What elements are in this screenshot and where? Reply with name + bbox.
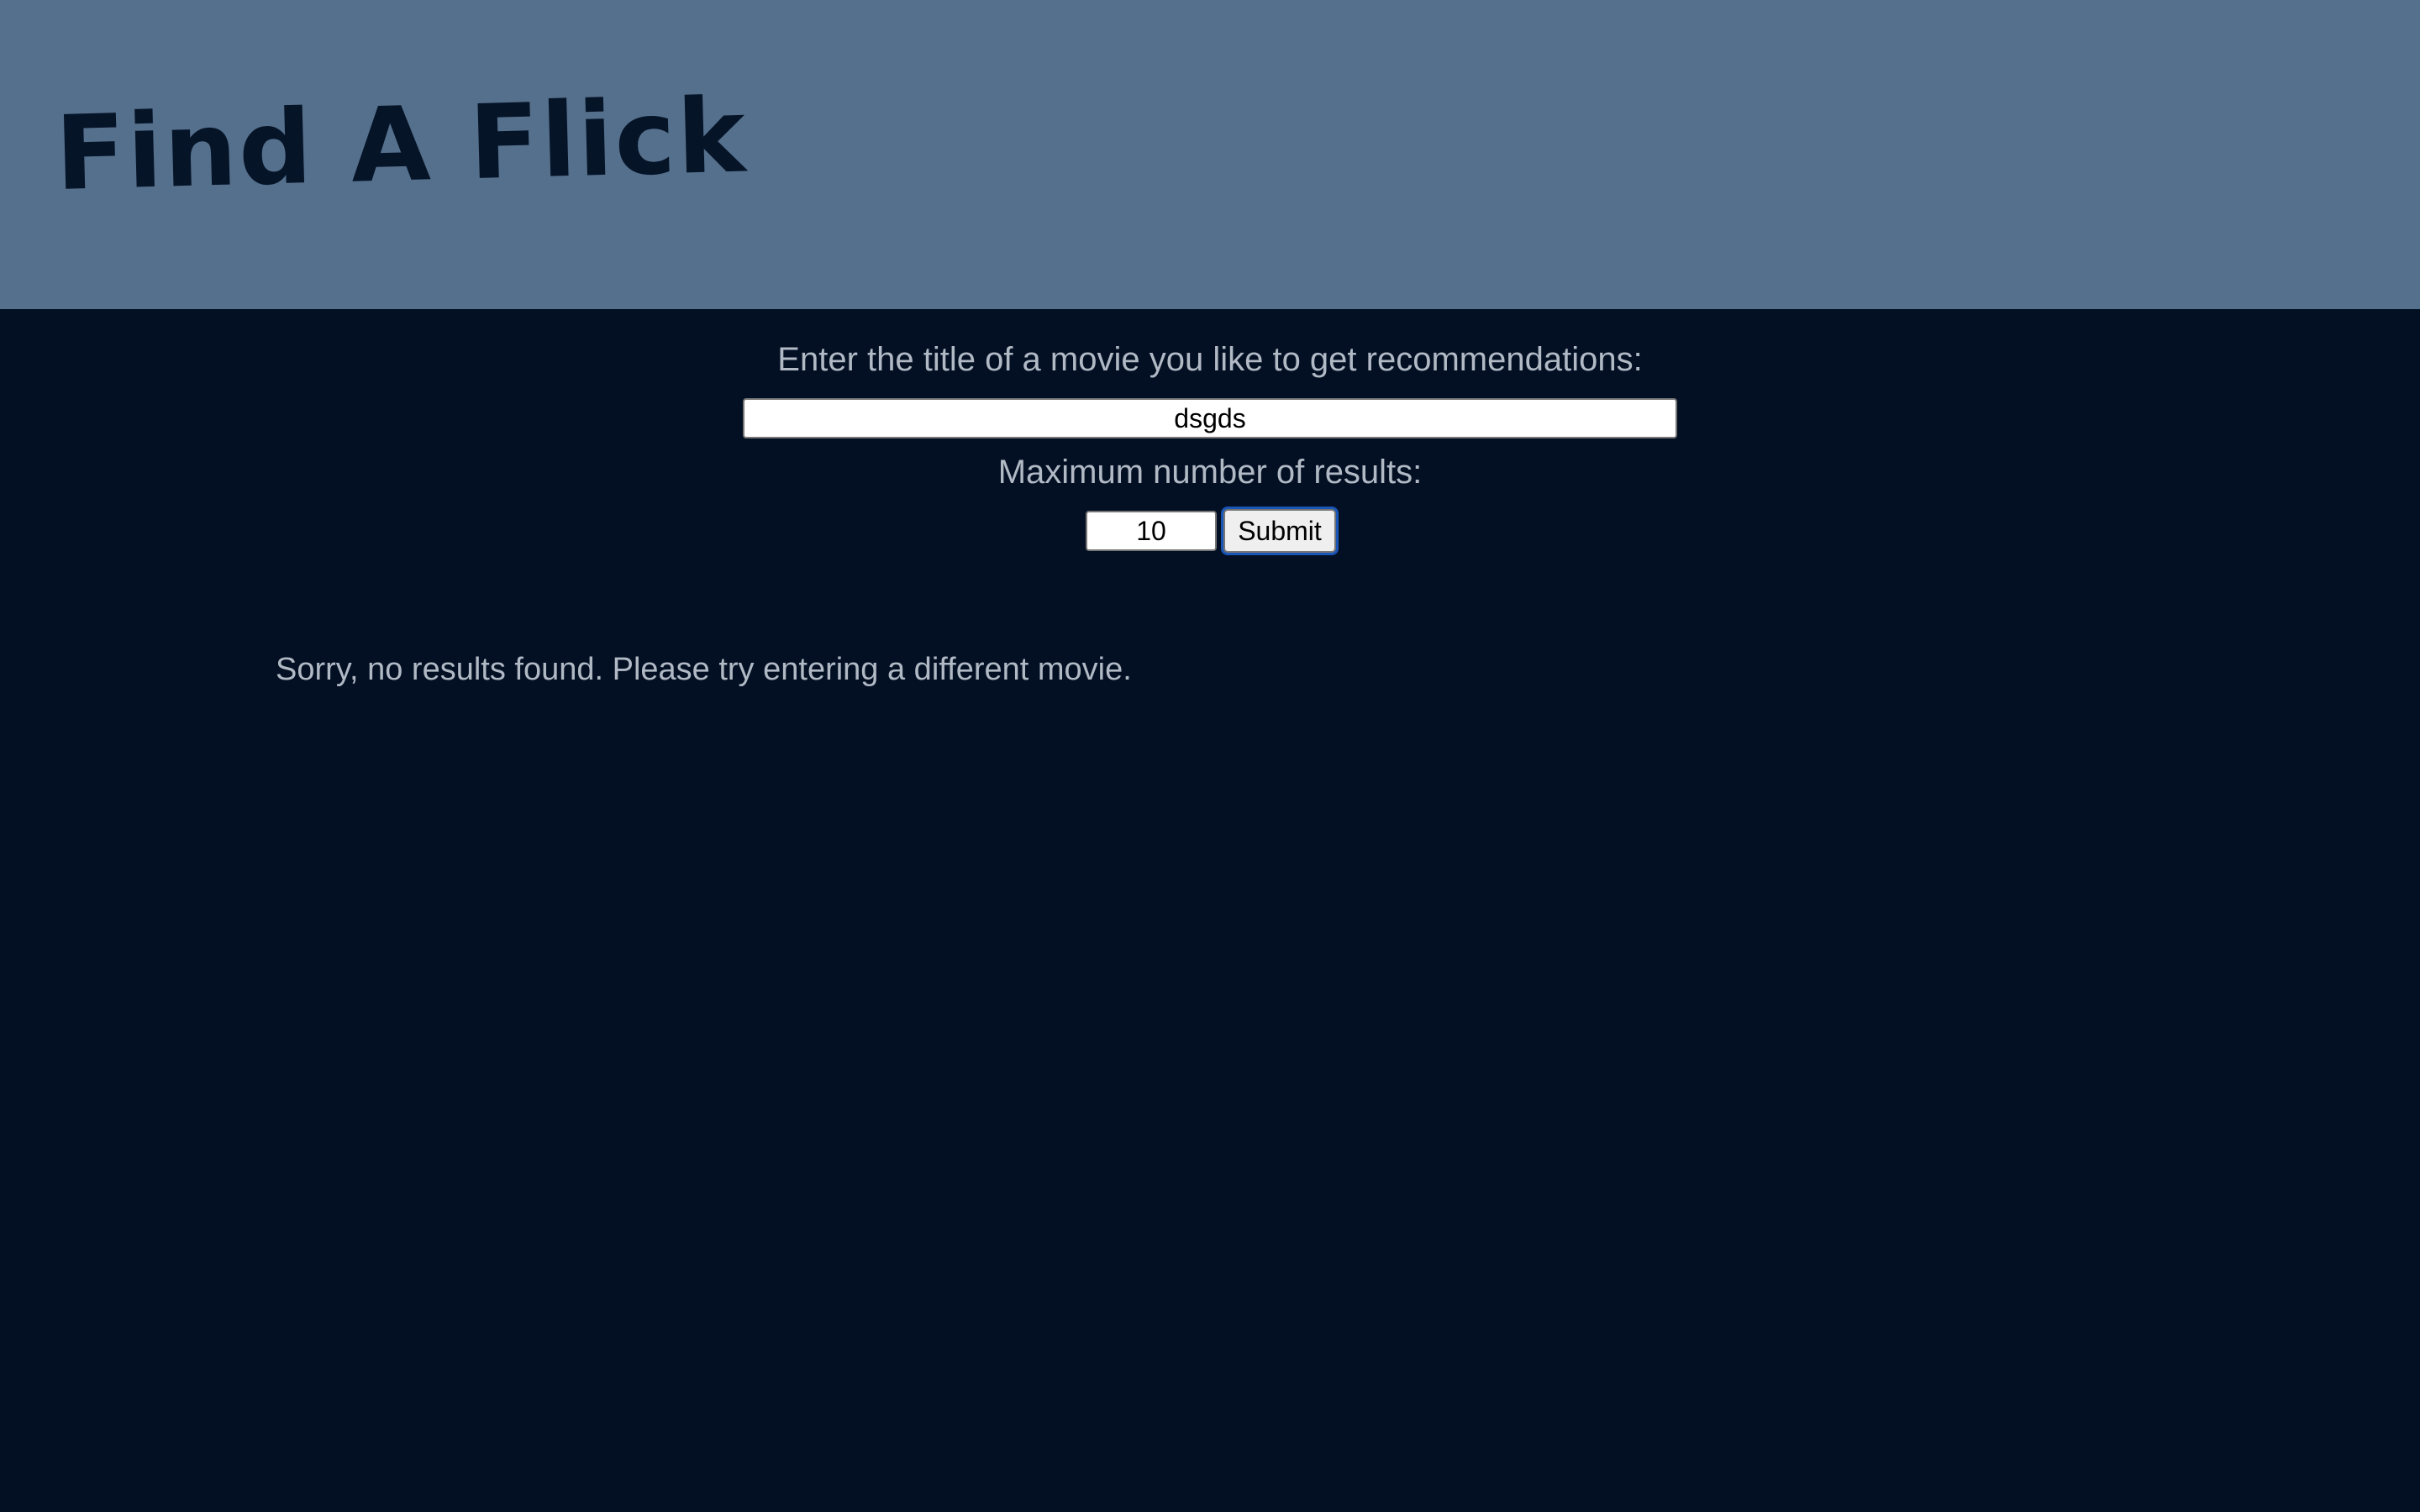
main-content: Enter the title of a movie you like to g… [0, 309, 2420, 1512]
movie-title-input[interactable] [743, 398, 1677, 438]
movie-title-label: Enter the title of a movie you like to g… [777, 341, 1643, 378]
submit-button[interactable]: Submit [1223, 509, 1336, 553]
max-results-input[interactable] [1086, 511, 1217, 551]
site-logo: Find A Flick [54, 76, 749, 213]
site-header: Find A Flick [0, 0, 2420, 309]
max-results-label: Maximum number of results: [997, 454, 1423, 491]
no-results-message: Sorry, no results found. Please try ente… [276, 652, 1132, 687]
